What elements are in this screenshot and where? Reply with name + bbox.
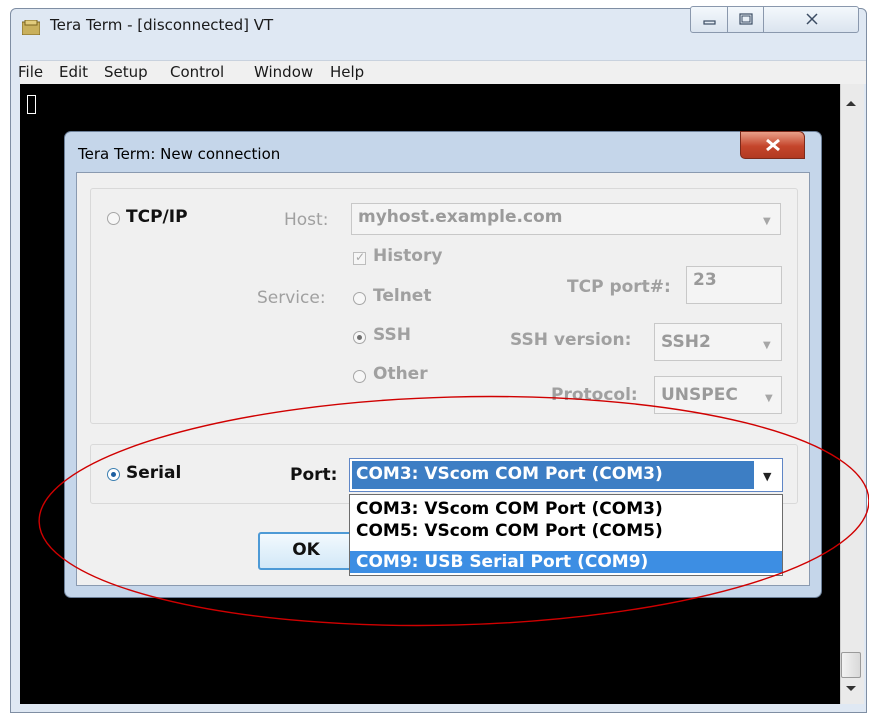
serial-label: Serial <box>126 463 182 483</box>
port-selected-value: COM3: VScom COM Port (COM3) <box>352 461 754 489</box>
scroll-up-icon[interactable] <box>844 98 858 108</box>
maximize-icon <box>739 13 753 25</box>
ssh-version-label: SSH version: <box>510 330 632 350</box>
menu-control[interactable]: Control <box>170 63 224 81</box>
scroll-down-icon[interactable] <box>844 683 858 693</box>
chevron-down-icon[interactable]: ▼ <box>763 470 771 483</box>
ok-button[interactable]: OK <box>258 532 354 570</box>
dialog-close-button[interactable] <box>740 131 805 159</box>
close-icon <box>806 13 818 25</box>
chevron-down-icon: ▼ <box>763 340 771 351</box>
menu-window[interactable]: Window <box>254 63 313 81</box>
host-input[interactable]: myhost.example.com <box>351 203 781 235</box>
dialog-title: Tera Term: New connection <box>78 145 281 163</box>
chevron-down-icon: ▼ <box>765 393 773 404</box>
ssh-label: SSH <box>373 325 411 345</box>
menu-edit[interactable]: Edit <box>59 63 88 81</box>
ssh-radio[interactable] <box>353 331 366 344</box>
history-checkbox[interactable] <box>353 250 366 265</box>
close-icon <box>766 138 780 152</box>
port-option-highlighted[interactable]: COM9: USB Serial Port (COM9) <box>350 551 782 573</box>
menu-setup[interactable]: Setup <box>104 63 148 81</box>
maximize-button[interactable] <box>727 6 764 33</box>
history-label: History <box>373 246 443 266</box>
telnet-label: Telnet <box>373 286 432 306</box>
port-label: Port: <box>290 465 338 485</box>
host-label: Host: <box>284 210 329 230</box>
protocol-label: Protocol: <box>551 385 638 405</box>
close-window-button[interactable] <box>763 6 859 33</box>
tera-term-app-icon <box>22 20 40 35</box>
telnet-radio[interactable] <box>353 292 366 305</box>
chevron-down-icon: ▼ <box>763 216 771 227</box>
terminal-cursor <box>27 95 36 114</box>
vertical-scrollbar[interactable] <box>840 84 864 704</box>
menu-file[interactable]: File <box>18 63 43 81</box>
menu-help[interactable]: Help <box>330 63 364 81</box>
port-option[interactable]: COM3: VScom COM Port (COM3) <box>350 498 782 520</box>
protocol-select[interactable]: UNSPEC <box>654 376 782 414</box>
service-label: Service: <box>257 288 326 308</box>
minimize-button[interactable] <box>690 6 728 33</box>
tcpip-label: TCP/IP <box>126 207 188 227</box>
minimize-icon <box>703 20 716 25</box>
port-option[interactable]: COM5: VScom COM Port (COM5) <box>350 520 782 542</box>
tcpip-radio[interactable] <box>107 212 120 225</box>
tcp-port-input[interactable]: 23 <box>686 266 782 304</box>
scrollbar-thumb[interactable] <box>841 652 861 678</box>
serial-radio[interactable] <box>107 468 120 481</box>
tcp-port-label: TCP port#: <box>567 277 671 297</box>
window-title: Tera Term - [disconnected] VT <box>50 16 274 34</box>
other-radio[interactable] <box>353 370 366 383</box>
other-label: Other <box>373 364 428 384</box>
